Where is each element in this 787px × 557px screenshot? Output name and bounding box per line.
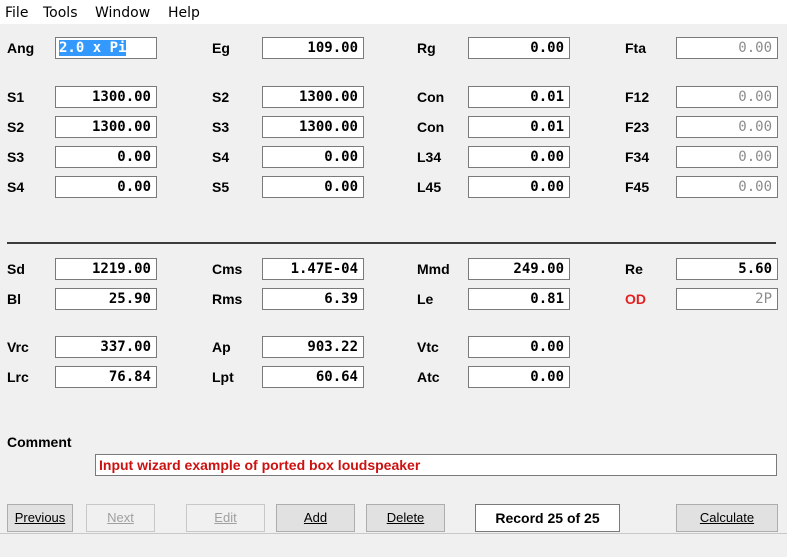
param-label-ang: Ang — [7, 40, 35, 56]
param-label-eg: Eg — [212, 40, 230, 56]
param-field-l34[interactable]: 0.00 — [468, 146, 570, 168]
param-label-cms: Cms — [212, 261, 243, 277]
next-button[interactable]: Next — [86, 504, 155, 532]
param-label-s3: S3 — [212, 119, 230, 135]
param-label-s1: S1 — [7, 89, 25, 105]
param-field-s3[interactable]: 1300.00 — [262, 116, 364, 138]
param-label-rg: Rg — [417, 40, 436, 56]
param-label-atc: Atc — [417, 369, 440, 385]
delete-button[interactable]: Delete — [366, 504, 445, 532]
param-field-s4[interactable]: 0.00 — [55, 176, 157, 198]
param-field-con[interactable]: 0.01 — [468, 116, 570, 138]
param-field-cms[interactable]: 1.47E-04 — [262, 258, 364, 280]
edit-button[interactable]: Edit — [186, 504, 265, 532]
param-label-s2: S2 — [7, 119, 25, 135]
param-label-s5: S5 — [212, 179, 230, 195]
param-label-f23: F23 — [625, 119, 650, 135]
param-label-l45: L45 — [417, 179, 442, 195]
param-label-f45: F45 — [625, 179, 650, 195]
param-label-s4: S4 — [212, 149, 230, 165]
param-label-s4: S4 — [7, 179, 25, 195]
speaker-parameters-form: Ang 2.0 x Pi Eg 109.00 Rg 0.00 Fta 0.00 S1 1300.0… — [0, 24, 787, 532]
param-field-s2[interactable]: 1300.00 — [55, 116, 157, 138]
param-label-l34: L34 — [417, 149, 442, 165]
param-label-con: Con — [417, 119, 445, 135]
menu-bar: File Tools Window Help — [0, 0, 787, 24]
param-label-f12: F12 — [625, 89, 650, 105]
menu-file[interactable]: File — [5, 5, 28, 21]
param-label-lpt: Lpt — [212, 369, 234, 385]
param-label-le: Le — [417, 291, 434, 307]
param-field-s3[interactable]: 0.00 — [55, 146, 157, 168]
menu-window[interactable]: Window — [95, 5, 150, 21]
param-field-s2[interactable]: 1300.00 — [262, 86, 364, 108]
menu-tools[interactable]: Tools — [43, 5, 78, 21]
param-label-s3: S3 — [7, 149, 25, 165]
param-label-fta: Fta — [625, 40, 646, 56]
param-label-mmd: Mmd — [417, 261, 450, 277]
add-button[interactable]: Add — [276, 504, 355, 532]
status-bar — [0, 533, 787, 557]
param-field-lrc[interactable]: 76.84 — [55, 366, 157, 388]
param-label-rms: Rms — [212, 291, 243, 307]
param-field-od[interactable]: 2P — [676, 288, 778, 310]
menu-help[interactable]: Help — [168, 5, 200, 21]
param-field-f34[interactable]: 0.00 — [676, 146, 778, 168]
param-field-f12[interactable]: 0.00 — [676, 86, 778, 108]
param-field-f45[interactable]: 0.00 — [676, 176, 778, 198]
param-field-ang[interactable]: 2.0 x Pi — [55, 37, 157, 59]
previous-button[interactable]: Previous — [7, 504, 73, 532]
param-field-bl[interactable]: 25.90 — [55, 288, 157, 310]
param-field-l45[interactable]: 0.00 — [468, 176, 570, 198]
param-label-ap: Ap — [212, 339, 231, 355]
param-label-bl: Bl — [7, 291, 21, 307]
param-field-vrc[interactable]: 337.00 — [55, 336, 157, 358]
param-field-atc[interactable]: 0.00 — [468, 366, 570, 388]
param-field-lpt[interactable]: 60.64 — [262, 366, 364, 388]
param-label-sd: Sd — [7, 261, 25, 277]
section-divider — [7, 242, 776, 244]
param-label-vrc: Vrc — [7, 339, 29, 355]
param-label-od: OD — [625, 291, 646, 307]
param-field-f23[interactable]: 0.00 — [676, 116, 778, 138]
param-label-s2: S2 — [212, 89, 230, 105]
param-field-eg[interactable]: 109.00 — [262, 37, 364, 59]
param-label-vtc: Vtc — [417, 339, 439, 355]
param-field-rms[interactable]: 6.39 — [262, 288, 364, 310]
param-field-re[interactable]: 5.60 — [676, 258, 778, 280]
param-field-vtc[interactable]: 0.00 — [468, 336, 570, 358]
param-field-sd[interactable]: 1219.00 — [55, 258, 157, 280]
record-counter: Record 25 of 25 — [475, 504, 620, 532]
param-label-f34: F34 — [625, 149, 650, 165]
param-field-s5[interactable]: 0.00 — [262, 176, 364, 198]
param-field-fta[interactable]: 0.00 — [676, 37, 778, 59]
param-field-rg[interactable]: 0.00 — [468, 37, 570, 59]
param-field-s4[interactable]: 0.00 — [262, 146, 364, 168]
selected-text: 2.0 x Pi — [59, 40, 127, 56]
comment-field[interactable]: Input wizard example of ported box louds… — [95, 454, 777, 476]
param-field-ap[interactable]: 903.22 — [262, 336, 364, 358]
calculate-button[interactable]: Calculate — [676, 504, 778, 532]
param-field-s1[interactable]: 1300.00 — [55, 86, 157, 108]
param-label-re: Re — [625, 261, 643, 277]
param-field-mmd[interactable]: 249.00 — [468, 258, 570, 280]
param-label-con: Con — [417, 89, 445, 105]
param-field-con[interactable]: 0.01 — [468, 86, 570, 108]
comment-label: Comment — [7, 434, 72, 450]
param-field-le[interactable]: 0.81 — [468, 288, 570, 310]
param-label-lrc: Lrc — [7, 369, 29, 385]
